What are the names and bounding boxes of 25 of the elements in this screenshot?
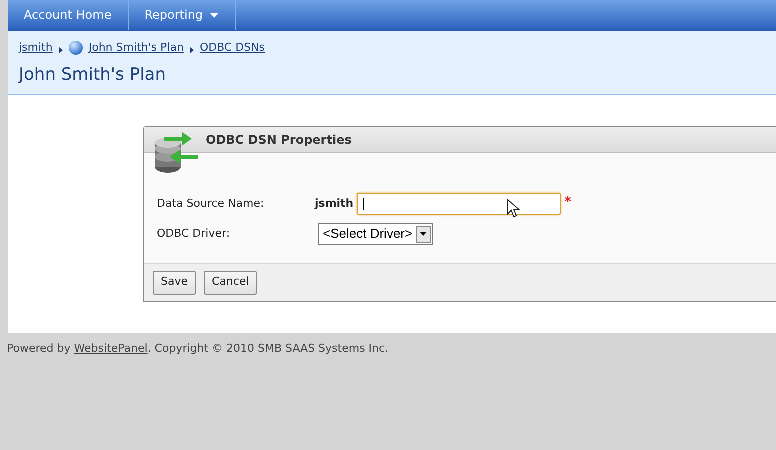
caret-icon bbox=[420, 232, 427, 236]
separator-icon bbox=[58, 46, 63, 54]
field-label: ODBC Driver: bbox=[157, 226, 232, 242]
separator-icon bbox=[190, 46, 194, 54]
text-caret bbox=[362, 198, 364, 210]
website-link[interactable]: WebsitePanel bbox=[74, 342, 148, 355]
breadcrumb-link[interactable]: ODBC DSNs bbox=[200, 40, 266, 56]
page-title: John Smith's Plan bbox=[19, 64, 167, 86]
breadcrumb-link[interactable]: John Smith's Plan bbox=[88, 40, 184, 56]
caret-icon bbox=[210, 12, 220, 18]
input-field[interactable] bbox=[356, 193, 561, 215]
form-button[interactable]: Save bbox=[153, 270, 196, 294]
nav-item[interactable]: Reporting bbox=[128, 0, 236, 30]
globe-icon bbox=[68, 41, 83, 56]
field-prefix: jsmith bbox=[315, 196, 354, 212]
panel-title: ODBC DSN Properties bbox=[206, 132, 352, 148]
cursor-icon bbox=[506, 199, 520, 219]
form-button[interactable]: Cancel bbox=[204, 270, 258, 294]
database-transfer-icon bbox=[154, 131, 200, 175]
driver-dropdown[interactable]: <Select Driver> bbox=[318, 223, 433, 245]
copyright-text: Powered by WebsitePanel. Copyright © 2010 SMB SAAS Systems Inc. bbox=[7, 341, 390, 357]
required-marker: * bbox=[564, 194, 572, 212]
nav-item[interactable]: Account Home bbox=[8, 0, 129, 30]
field-label: Data Source Name: bbox=[157, 196, 266, 212]
breadcrumb-link[interactable]: jsmith bbox=[19, 40, 53, 56]
